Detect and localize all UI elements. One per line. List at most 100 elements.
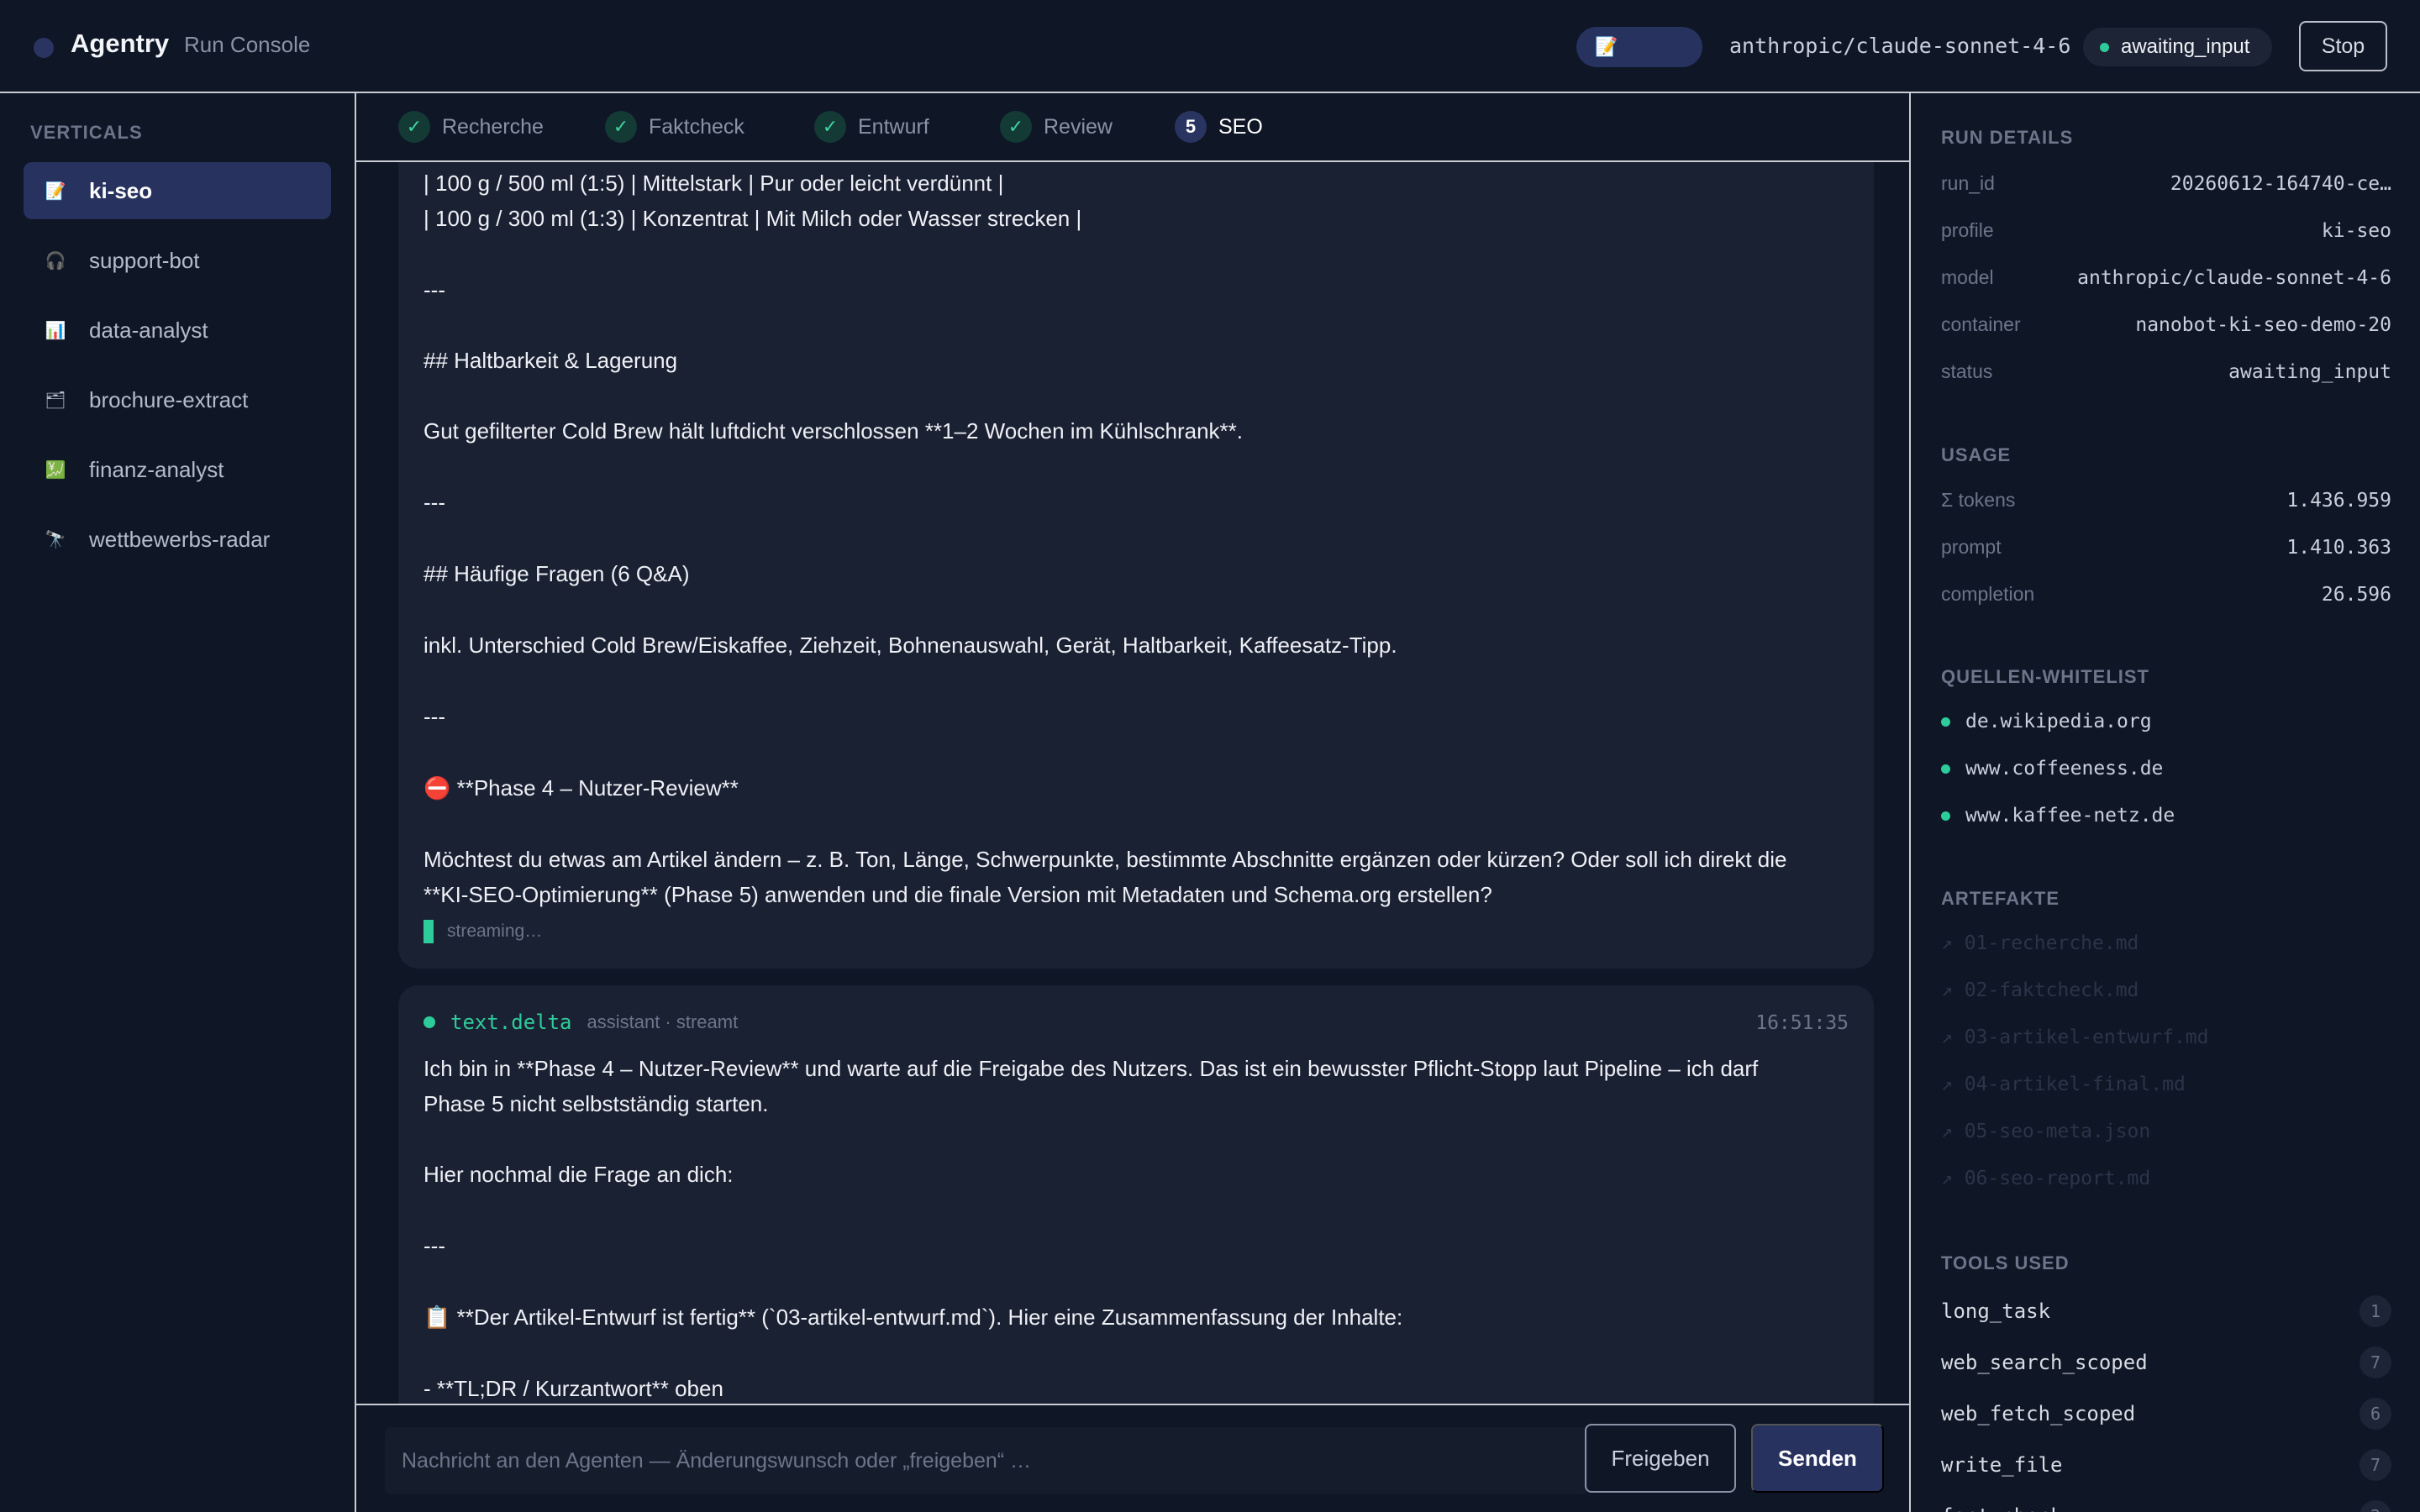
usage-value: 1.436.959 (2286, 490, 2391, 512)
message-card: | 100 g / 500 ml (1:5) | Mittelstark | P… (398, 162, 1874, 969)
step-faktcheck[interactable]: ✓ Faktcheck (605, 111, 744, 143)
detail-key: container (1941, 313, 2021, 335)
check-icon: ✓ (814, 111, 846, 143)
message-line: Möchtest du etwas am Artikel ändern – z.… (424, 847, 1787, 872)
artifact-link[interactable]: ↗ 04-artikel-final.md (1941, 1074, 2186, 1095)
app-subtitle: Run Console (184, 32, 311, 57)
send-button[interactable]: Senden (1751, 1424, 1884, 1493)
message-line: Gut gefilterter Cold Brew hält luftdicht… (424, 418, 1243, 444)
tool-count-badge: 7 (2360, 1449, 2391, 1481)
detail-value: 20260612-164740-ce… (2170, 173, 2391, 195)
artifact-link[interactable]: ↗ 01-recherche.md (1941, 932, 2139, 954)
sidebar-item-ki-seo[interactable]: 📝 ki-seo (24, 162, 331, 219)
details-panel: RUN DETAILS run_id 20260612-164740-ce… p… (1912, 93, 2420, 1512)
usage-value: 26.596 (2321, 584, 2391, 606)
message-line: Hier nochmal die Frage an dich: (424, 1162, 734, 1187)
message-line: - **TL;DR / Kurzantwort** oben (424, 1376, 723, 1401)
message-line: --- (424, 277, 445, 302)
step-seo[interactable]: 5 SEO (1175, 111, 1263, 143)
status-dot-icon (2100, 42, 2109, 52)
status-text: awaiting_input (2121, 35, 2250, 58)
whitelist-heading: QUELLEN-WHITELIST (1941, 666, 2149, 687)
whitelist-item: de.wikipedia.org (1941, 711, 2152, 732)
sidebar: VERTICALS 📝 ki-seo 🎧 support-bot 📊 data-… (0, 93, 355, 1512)
message-line: --- (424, 1233, 445, 1258)
tool-name: web_fetch_scoped (1941, 1402, 2136, 1425)
detail-value: nanobot-ki-seo-demo-20 (2135, 314, 2391, 336)
detail-row-profile: profile ki-seo (1941, 219, 2391, 242)
detail-value: anthropic/claude-sonnet-4-6 (2077, 267, 2391, 289)
message-line: | 100 g / 500 ml (1:5) | Mittelstark | P… (424, 171, 1004, 196)
detail-value: ki-seo (2321, 220, 2391, 242)
tool-name: long_task (1941, 1299, 2051, 1323)
stop-button[interactable]: Stop (2299, 21, 2387, 71)
main-panel: ✓ Recherche ✓ Faktcheck ✓ Entwurf ✓ Revi… (355, 93, 1911, 1512)
pipeline-steps: ✓ Recherche ✓ Faktcheck ✓ Entwurf ✓ Revi… (356, 93, 1909, 162)
sidebar-item-data-analyst[interactable]: 📊 data-analyst (24, 302, 331, 359)
whitelist-domain: www.coffeeness.de (1965, 758, 2164, 780)
step-label: Faktcheck (649, 114, 744, 139)
sidebar-item-support-bot[interactable]: 🎧 support-bot (24, 232, 331, 289)
event-header: text.delta assistant · streamt (424, 1011, 738, 1034)
detail-key: model (1941, 266, 1994, 288)
bullet-icon (1941, 717, 1950, 727)
check-icon: ✓ (1000, 111, 1032, 143)
sidebar-item-label: finanz-analyst (89, 456, 224, 482)
sidebar-item-brochure-extract[interactable]: 🗂 brochure-extract (24, 371, 331, 428)
sidebar-item-label: wettbewerbs-radar (89, 526, 271, 552)
message-line: | 100 g / 300 ml (1:3) | Konzentrat | Mi… (424, 206, 1082, 231)
tool-row: web_fetch_scoped 6 (1941, 1398, 2391, 1430)
detail-row-status: status awaiting_input (1941, 360, 2391, 383)
whitelist-item: www.kaffee-netz.de (1941, 805, 2175, 827)
prompt-pill[interactable]: 📝 (1576, 27, 1702, 67)
telescope-icon: 🔭 (45, 530, 66, 549)
message-line: ⛔ **Phase 4 – Nutzer-Review** (424, 775, 739, 801)
usage-key: completion (1941, 583, 2035, 605)
step-entwurf[interactable]: ✓ Entwurf (814, 111, 929, 143)
message-line: Ich bin in **Phase 4 – Nutzer-Review** u… (424, 1056, 1759, 1081)
artifact-link[interactable]: ↗ 03-artikel-entwurf.md (1941, 1026, 2209, 1048)
message-feed[interactable]: | 100 g / 500 ml (1:5) | Mittelstark | P… (356, 162, 1909, 1499)
step-label: Recherche (442, 114, 544, 139)
sidebar-item-finanz-analyst[interactable]: 💹 finanz-analyst (24, 441, 331, 498)
usage-heading: USAGE (1941, 444, 2012, 465)
message-line: --- (424, 704, 445, 729)
message-input[interactable] (385, 1427, 1588, 1494)
event-meta: assistant · streamt (587, 1011, 739, 1032)
tool-row: fact_check 2 (1941, 1500, 2391, 1512)
chart-increasing-icon: 💹 (45, 460, 66, 480)
step-label: Review (1044, 114, 1113, 139)
artifact-link[interactable]: ↗ 05-seo-meta.json (1941, 1121, 2150, 1142)
sidebar-item-label: ki-seo (89, 177, 153, 203)
usage-row-completion: completion 26.596 (1941, 583, 2391, 606)
bar-chart-icon: 📊 (45, 321, 66, 340)
sidebar-item-wettbewerbs-radar[interactable]: 🔭 wettbewerbs-radar (24, 511, 331, 568)
detail-row-run-id: run_id 20260612-164740-ce… (1941, 172, 2391, 195)
usage-row-prompt: prompt 1.410.363 (1941, 536, 2391, 559)
artifact-link[interactable]: ↗ 06-seo-report.md (1941, 1168, 2150, 1189)
message-line: **KI-SEO-Optimierung** (Phase 5) anwende… (424, 882, 1492, 907)
usage-key: prompt (1941, 536, 2002, 558)
tool-count-badge: 6 (2360, 1398, 2391, 1430)
step-review[interactable]: ✓ Review (1000, 111, 1113, 143)
tool-count-badge: 1 (2360, 1295, 2391, 1327)
message-line: inkl. Unterschied Cold Brew/Eiskaffee, Z… (424, 633, 1397, 658)
tool-count-badge: 7 (2360, 1347, 2391, 1378)
step-recherche[interactable]: ✓ Recherche (398, 111, 544, 143)
detail-key: status (1941, 360, 1993, 382)
tool-count-badge: 2 (2360, 1500, 2391, 1512)
sidebar-item-label: support-bot (89, 247, 200, 273)
model-label: anthropic/claude-sonnet-4-6 (1729, 34, 2071, 58)
release-button[interactable]: Freigeben (1585, 1424, 1736, 1493)
sidebar-heading: VERTICALS (30, 122, 143, 143)
message-line: ## Häufige Fragen (6 Q&A) (424, 561, 690, 586)
app-name: Agentry (71, 29, 170, 58)
step-label: Entwurf (858, 114, 929, 139)
event-name: text.delta (450, 1011, 572, 1034)
artifact-link[interactable]: ↗ 02-faktcheck.md (1941, 979, 2139, 1001)
usage-row-total: Σ tokens 1.436.959 (1941, 489, 2391, 512)
top-bar: Agentry Run Console 📝 anthropic/claude-s… (0, 0, 2420, 93)
artifacts-heading: ARTEFAKTE (1941, 888, 2060, 909)
whitelist-domain: www.kaffee-netz.de (1965, 805, 2175, 827)
run-details-heading: RUN DETAILS (1941, 127, 2074, 148)
